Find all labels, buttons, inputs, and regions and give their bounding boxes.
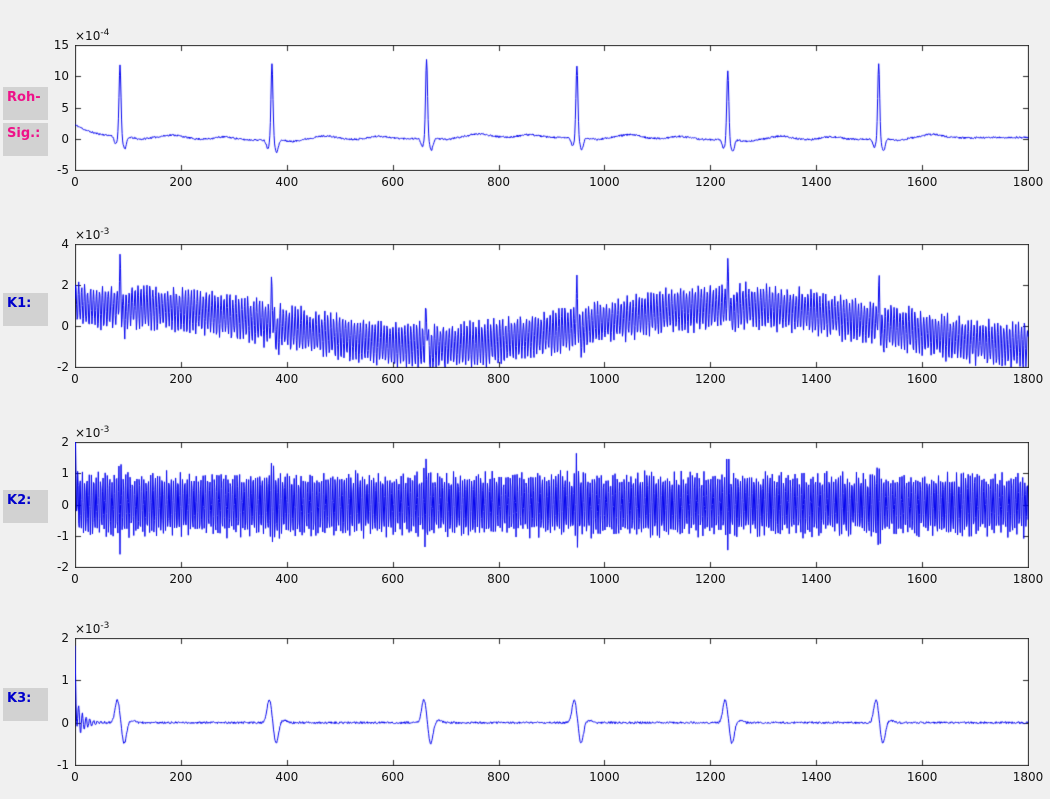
y-tick-label: 0 <box>31 132 69 146</box>
y-tick-label: 2 <box>31 278 69 292</box>
y-tick-label: 0 <box>31 319 69 333</box>
x-tick-label: 200 <box>157 372 205 386</box>
x-tick-label: 600 <box>369 175 417 189</box>
x-tick-label: 800 <box>475 770 523 784</box>
x-tick-label: 1400 <box>792 770 840 784</box>
x-tick-label: 0 <box>51 770 99 784</box>
x-tick-label: 0 <box>51 175 99 189</box>
y-tick-label: 2 <box>31 631 69 645</box>
x-tick-label: 1000 <box>580 372 628 386</box>
y-tick-label: 5 <box>31 101 69 115</box>
y-tick-label: 1 <box>31 673 69 687</box>
x-tick-label: 400 <box>263 372 311 386</box>
y-axis-exponent-label: ×10-3 <box>75 425 109 440</box>
x-tick-label: 1000 <box>580 175 628 189</box>
x-tick-label: 600 <box>369 572 417 586</box>
subplot-k3: 020040060080010001200140016001800-1012×1… <box>75 638 1029 766</box>
y-tick-label: 0 <box>31 716 69 730</box>
subplot-k1: 020040060080010001200140016001800-2024×1… <box>75 244 1029 368</box>
x-tick-label: 1600 <box>898 572 946 586</box>
x-tick-label: 1600 <box>898 175 946 189</box>
x-tick-label: 1400 <box>792 572 840 586</box>
y-axis-exponent-label: ×10-3 <box>75 227 109 242</box>
x-tick-label: 0 <box>51 372 99 386</box>
y-tick-label: 0 <box>31 498 69 512</box>
y-tick-label: -5 <box>31 163 69 177</box>
x-tick-label: 1800 <box>1004 572 1050 586</box>
x-tick-label: 1000 <box>580 572 628 586</box>
x-tick-label: 800 <box>475 175 523 189</box>
matlab-figure: Roh- Sig.: K1: K2: K3: 02004006008001000… <box>0 0 1050 799</box>
waveform-canvas-k2 <box>75 442 1029 568</box>
y-tick-label: -1 <box>31 529 69 543</box>
subplot-roh-sig: 020040060080010001200140016001800-505101… <box>75 45 1029 171</box>
waveform-canvas-k3 <box>75 638 1029 766</box>
y-tick-label: 2 <box>31 435 69 449</box>
x-tick-label: 1800 <box>1004 372 1050 386</box>
waveform-canvas-roh-sig <box>75 45 1029 171</box>
x-tick-label: 800 <box>475 572 523 586</box>
x-tick-label: 600 <box>369 770 417 784</box>
x-tick-label: 200 <box>157 175 205 189</box>
x-tick-label: 1200 <box>686 372 734 386</box>
subplot-k2: 020040060080010001200140016001800-2-1012… <box>75 442 1029 568</box>
y-axis-exponent-label: ×10-3 <box>75 621 109 636</box>
x-tick-label: 1800 <box>1004 770 1050 784</box>
y-axis-exponent-label: ×10-4 <box>75 28 109 43</box>
x-tick-label: 400 <box>263 572 311 586</box>
x-tick-label: 1600 <box>898 770 946 784</box>
waveform-canvas-k1 <box>75 244 1029 368</box>
y-tick-label: 1 <box>31 466 69 480</box>
x-tick-label: 1800 <box>1004 175 1050 189</box>
y-tick-label: 4 <box>31 237 69 251</box>
x-tick-label: 1200 <box>686 770 734 784</box>
x-tick-label: 1400 <box>792 175 840 189</box>
y-tick-label: 15 <box>31 38 69 52</box>
y-tick-label: -2 <box>31 360 69 374</box>
y-tick-label: 10 <box>31 69 69 83</box>
x-tick-label: 1400 <box>792 372 840 386</box>
x-tick-label: 800 <box>475 372 523 386</box>
x-tick-label: 400 <box>263 770 311 784</box>
x-tick-label: 1200 <box>686 572 734 586</box>
x-tick-label: 200 <box>157 572 205 586</box>
y-tick-label: -1 <box>31 758 69 772</box>
x-tick-label: 200 <box>157 770 205 784</box>
x-tick-label: 1200 <box>686 175 734 189</box>
x-tick-label: 400 <box>263 175 311 189</box>
x-tick-label: 0 <box>51 572 99 586</box>
x-tick-label: 1000 <box>580 770 628 784</box>
y-tick-label: -2 <box>31 560 69 574</box>
x-tick-label: 1600 <box>898 372 946 386</box>
x-tick-label: 600 <box>369 372 417 386</box>
